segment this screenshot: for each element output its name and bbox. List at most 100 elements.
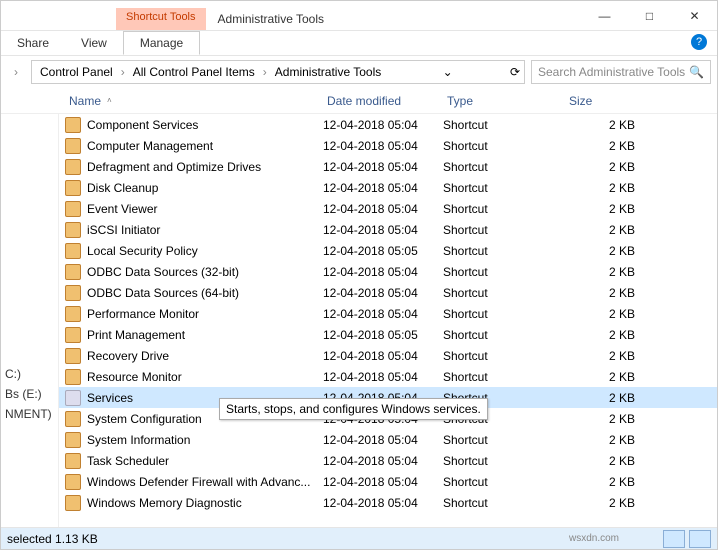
status-text: selected 1.13 KB (7, 532, 98, 546)
shortcut-icon (65, 495, 81, 511)
list-item[interactable]: Local Security Policy12-04-2018 05:05Sho… (59, 240, 717, 261)
shortcut-icon (65, 306, 81, 322)
item-name: Windows Memory Diagnostic (87, 496, 323, 510)
tab-share[interactable]: Share (1, 32, 65, 54)
list-item[interactable]: iSCSI Initiator12-04-2018 05:04Shortcut2… (59, 219, 717, 240)
item-name: System Information (87, 433, 323, 447)
view-icons-button[interactable] (689, 530, 711, 548)
item-name: Component Services (87, 118, 323, 132)
item-date: 12-04-2018 05:04 (323, 433, 443, 447)
list-item[interactable]: Windows Defender Firewall with Advanc...… (59, 471, 717, 492)
file-list[interactable]: Component Services12-04-2018 05:04Shortc… (59, 114, 717, 527)
drive-item[interactable]: C:) (1, 364, 58, 384)
drive-item[interactable]: NMENT) (1, 404, 58, 424)
sort-asc-icon: ˄ (107, 96, 112, 105)
item-type: Shortcut (443, 475, 565, 489)
item-name: ODBC Data Sources (32-bit) (87, 265, 323, 279)
item-size: 2 KB (565, 433, 635, 447)
list-item[interactable]: Component Services12-04-2018 05:04Shortc… (59, 114, 717, 135)
item-name: Event Viewer (87, 202, 323, 216)
shortcut-icon (65, 243, 81, 259)
breadcrumb-seg-control-panel[interactable]: Control Panel (36, 63, 117, 81)
item-type: Shortcut (443, 160, 565, 174)
list-item[interactable]: Print Management12-04-2018 05:05Shortcut… (59, 324, 717, 345)
item-type: Shortcut (443, 139, 565, 153)
item-name: Task Scheduler (87, 454, 323, 468)
item-date: 12-04-2018 05:04 (323, 307, 443, 321)
minimize-button[interactable]: — (582, 2, 627, 30)
ribbon-tabs: Share View Manage ? (1, 31, 717, 56)
list-item[interactable]: Disk Cleanup12-04-2018 05:04Shortcut2 KB (59, 177, 717, 198)
list-item[interactable]: Resource Monitor12-04-2018 05:04Shortcut… (59, 366, 717, 387)
close-button[interactable]: ✕ (672, 2, 717, 30)
list-item[interactable]: System Information12-04-2018 05:04Shortc… (59, 429, 717, 450)
item-type: Shortcut (443, 370, 565, 384)
list-item[interactable]: Defragment and Optimize Drives12-04-2018… (59, 156, 717, 177)
item-date: 12-04-2018 05:04 (323, 286, 443, 300)
item-size: 2 KB (565, 391, 635, 405)
item-size: 2 KB (565, 118, 635, 132)
column-size[interactable]: Size (563, 90, 643, 112)
shortcut-icon (65, 117, 81, 133)
item-type: Shortcut (443, 349, 565, 363)
list-item[interactable]: Task Scheduler12-04-2018 05:04Shortcut2 … (59, 450, 717, 471)
address-bar-row: › Control Panel › All Control Panel Item… (1, 56, 717, 88)
item-date: 12-04-2018 05:05 (323, 244, 443, 258)
breadcrumb[interactable]: Control Panel › All Control Panel Items … (31, 60, 525, 84)
drive-item[interactable]: Bs (E:) (1, 384, 58, 404)
maximize-button[interactable]: □ (627, 2, 672, 30)
list-item[interactable]: Computer Management12-04-2018 05:04Short… (59, 135, 717, 156)
refresh-icon[interactable]: ⟳ (510, 65, 520, 79)
item-date: 12-04-2018 05:04 (323, 202, 443, 216)
chevron-right-icon[interactable]: › (7, 63, 25, 81)
item-type: Shortcut (443, 223, 565, 237)
item-name: Performance Monitor (87, 307, 323, 321)
shortcut-icon (65, 138, 81, 154)
item-type: Shortcut (443, 265, 565, 279)
list-item[interactable]: ODBC Data Sources (32-bit)12-04-2018 05:… (59, 261, 717, 282)
list-item[interactable]: Event Viewer12-04-2018 05:04Shortcut2 KB (59, 198, 717, 219)
item-size: 2 KB (565, 223, 635, 237)
item-type: Shortcut (443, 454, 565, 468)
shortcut-icon (65, 390, 81, 406)
column-date[interactable]: Date modified (321, 90, 441, 112)
list-item[interactable]: ODBC Data Sources (64-bit)12-04-2018 05:… (59, 282, 717, 303)
tab-manage[interactable]: Manage (123, 31, 200, 55)
item-type: Shortcut (443, 433, 565, 447)
item-date: 12-04-2018 05:04 (323, 118, 443, 132)
shortcut-icon (65, 180, 81, 196)
tab-view[interactable]: View (65, 32, 123, 54)
chevron-right-icon: › (261, 65, 269, 79)
shortcut-icon (65, 222, 81, 238)
tooltip: Starts, stops, and configures Windows se… (219, 398, 488, 420)
shortcut-icon (65, 285, 81, 301)
list-item[interactable]: Recovery Drive12-04-2018 05:04Shortcut2 … (59, 345, 717, 366)
search-icon[interactable]: 🔍 (689, 65, 704, 79)
navigation-pane[interactable]: C:) Bs (E:) NMENT) (1, 114, 59, 527)
context-tab-shortcut-tools[interactable]: Shortcut Tools (116, 8, 206, 30)
chevron-right-icon: › (119, 65, 127, 79)
help-icon[interactable]: ? (691, 34, 707, 50)
column-type[interactable]: Type (441, 90, 563, 112)
item-date: 12-04-2018 05:04 (323, 370, 443, 384)
item-name: ODBC Data Sources (64-bit) (87, 286, 323, 300)
item-name: Computer Management (87, 139, 323, 153)
list-item[interactable]: Windows Memory Diagnostic12-04-2018 05:0… (59, 492, 717, 513)
item-date: 12-04-2018 05:04 (323, 223, 443, 237)
breadcrumb-dropdown[interactable]: ⌄ (443, 65, 453, 79)
item-type: Shortcut (443, 307, 565, 321)
item-type: Shortcut (443, 328, 565, 342)
item-size: 2 KB (565, 349, 635, 363)
list-item[interactable]: Performance Monitor12-04-2018 05:04Short… (59, 303, 717, 324)
search-input[interactable]: Search Administrative Tools 🔍 (531, 60, 711, 84)
item-size: 2 KB (565, 328, 635, 342)
view-details-button[interactable] (663, 530, 685, 548)
breadcrumb-seg-admin-tools[interactable]: Administrative Tools (271, 63, 386, 81)
item-size: 2 KB (565, 475, 635, 489)
item-size: 2 KB (565, 307, 635, 321)
item-name: iSCSI Initiator (87, 223, 323, 237)
item-date: 12-04-2018 05:04 (323, 496, 443, 510)
column-headers: Name ˄ Date modified Type Size (1, 88, 717, 114)
column-name[interactable]: Name ˄ (63, 90, 321, 112)
breadcrumb-seg-all-items[interactable]: All Control Panel Items (129, 63, 259, 81)
